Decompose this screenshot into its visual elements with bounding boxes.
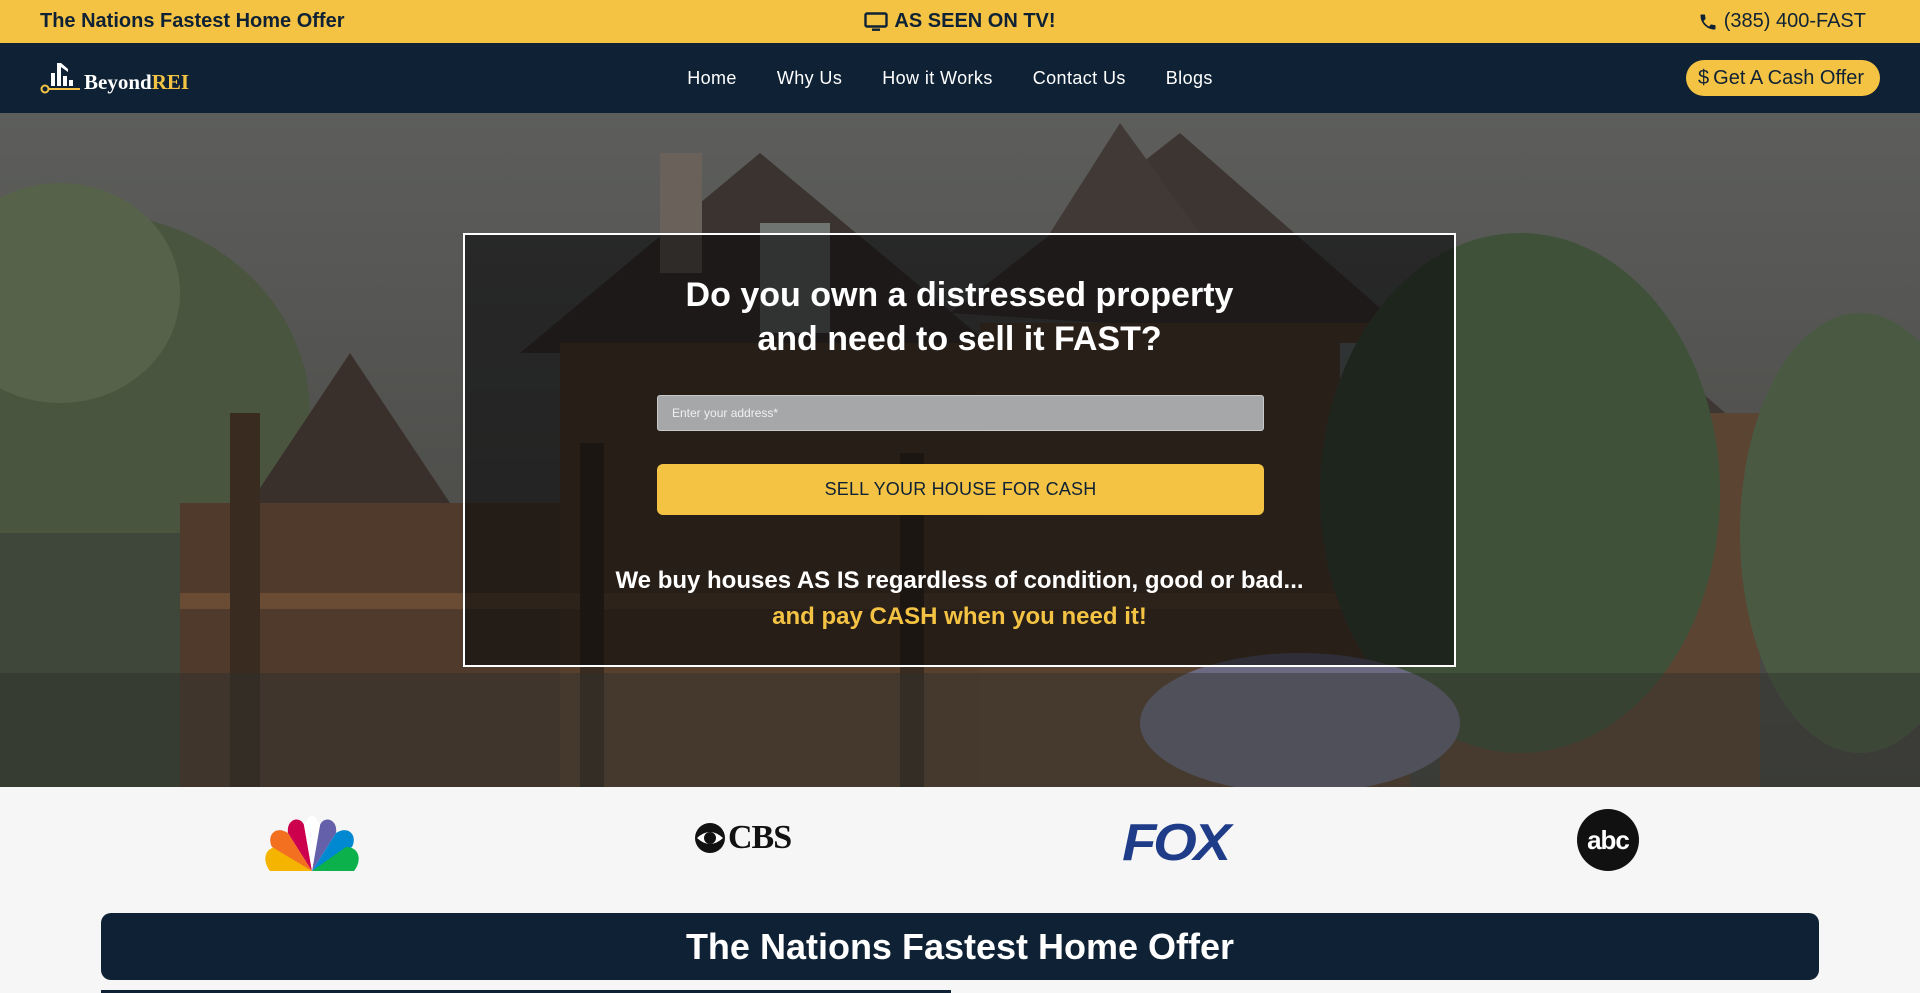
- nbc-logo: [265, 816, 359, 871]
- hero-subtitle: We buy houses AS IS regardless of condit…: [615, 567, 1304, 594]
- cbs-wordmark: CBS: [728, 819, 792, 856]
- logo-main-text: Beyond: [84, 70, 152, 94]
- nav-item-blogs[interactable]: Blogs: [1166, 68, 1213, 89]
- sell-house-button[interactable]: SELL YOUR HOUSE FOR CASH: [657, 464, 1264, 515]
- logo-wordmark: BeyondREI: [84, 72, 189, 95]
- tv-icon: [864, 11, 889, 31]
- nav-item-how-it-works[interactable]: How it Works: [882, 68, 992, 89]
- media-logos-strip: CBS FOX abc: [0, 787, 1920, 907]
- hero-title-line1: Do you own a distressed property: [685, 276, 1234, 314]
- cbs-logo: CBS: [694, 819, 792, 857]
- fox-wordmark: FOX: [1122, 814, 1231, 872]
- address-input[interactable]: [657, 395, 1264, 431]
- dollar-icon: $: [1698, 66, 1710, 89]
- hero-section: Do you own a distressed property and nee…: [0, 113, 1920, 787]
- hero-title-line2: and need to sell it FAST?: [757, 320, 1162, 358]
- phone-link[interactable]: (385) 400-FAST: [1698, 10, 1866, 33]
- hero-subtitle-accent: and pay CASH when you need it!: [772, 603, 1147, 630]
- phone-icon: [1700, 14, 1716, 29]
- logo-building-icon: [40, 63, 80, 94]
- fastest-offer-banner: The Nations Fastest Home Offer: [101, 913, 1819, 980]
- phone-number: (385) 400-FAST: [1723, 10, 1866, 32]
- fox-logo: FOX: [1122, 813, 1231, 873]
- hero-offer-card: Do you own a distressed property and nee…: [463, 233, 1456, 667]
- top-announcement-bar: The Nations Fastest Home Offer AS SEEN O…: [0, 0, 1920, 43]
- hero-title: Do you own a distressed property and nee…: [465, 273, 1454, 361]
- top-tagline: The Nations Fastest Home Offer: [40, 10, 345, 32]
- abc-logo: abc: [1577, 809, 1639, 871]
- nav-menu: Home Why Us How it Works Contact Us Blog…: [0, 43, 1920, 113]
- nav-item-why-us[interactable]: Why Us: [777, 68, 842, 89]
- abc-wordmark: abc: [1587, 824, 1630, 855]
- site-logo[interactable]: BeyondREI: [40, 59, 189, 95]
- main-navigation: BeyondREI Home Why Us How it Works Conta…: [0, 43, 1920, 113]
- as-seen-label: AS SEEN ON TV!: [894, 10, 1056, 32]
- nav-item-contact-us[interactable]: Contact Us: [1033, 68, 1126, 89]
- cbs-eye-icon: [695, 823, 725, 853]
- cash-offer-label: Get A Cash Offer: [1713, 66, 1864, 89]
- logo-accent-text: REI: [151, 70, 190, 94]
- get-cash-offer-button[interactable]: $ Get A Cash Offer: [1686, 60, 1880, 96]
- nav-item-home[interactable]: Home: [687, 68, 737, 89]
